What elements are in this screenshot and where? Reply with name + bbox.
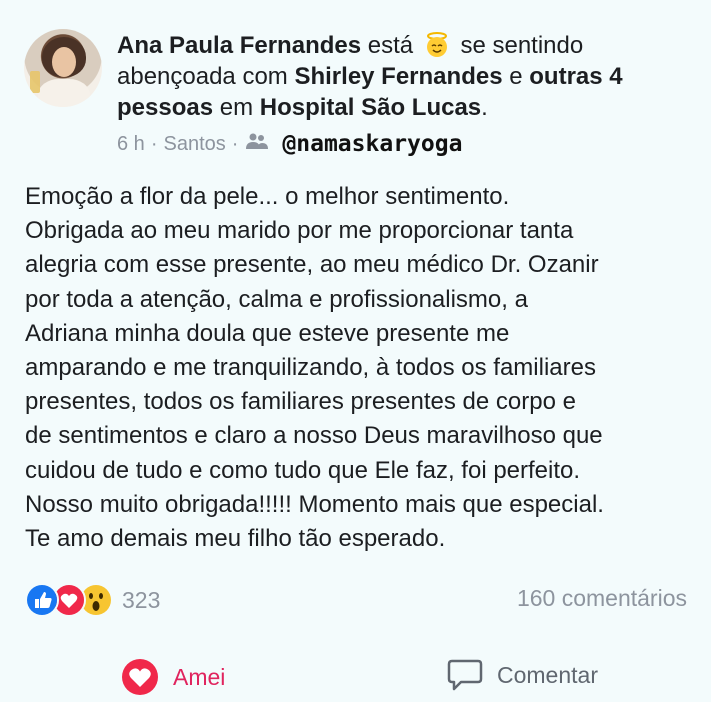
body-line: Nosso muito obrigada!!!!! Momento mais q… [25, 490, 604, 518]
body-line: de sentimentos e claro a nosso Deus mara… [25, 422, 603, 450]
comment-label: Comentar [497, 661, 598, 688]
tagged-person[interactable]: Shirley Fernandes [294, 63, 502, 90]
separator-dot: · [231, 132, 239, 155]
esta-text: está [367, 32, 414, 59]
heart-icon [122, 659, 158, 695]
angel-emoji-icon [424, 32, 450, 58]
at-text: em [219, 94, 254, 121]
body-line: presentes, todos os familiares presentes… [25, 388, 576, 416]
body-line: amparando e me tranquilizando, à todos o… [25, 354, 596, 382]
author-avatar[interactable] [24, 29, 102, 107]
post-time[interactable]: 6 h [117, 133, 145, 156]
body-line: por toda a atenção, calma e profissional… [25, 285, 528, 313]
love-button[interactable]: Amei [121, 658, 225, 696]
reactions-summary[interactable]: 323 [25, 583, 160, 617]
reaction-count: 323 [122, 586, 161, 613]
body-line: alegria com esse presente, ao meu médico… [25, 251, 599, 279]
post-header: Ana Paula Fernandes está se sentindo abe… [117, 30, 697, 123]
author-name[interactable]: Ana Paula Fernandes [117, 32, 361, 59]
love-label: Amei [173, 663, 226, 690]
comments-count-link[interactable]: 160 comentários [517, 585, 687, 612]
facebook-post: Ana Paula Fernandes está se sentindo abe… [0, 0, 711, 702]
comment-icon [447, 659, 483, 691]
body-line: cuidou de tudo e como tudo que Ele faz, … [25, 456, 581, 484]
comment-button[interactable]: Comentar [447, 658, 598, 692]
post-body: Emoção a flor da pele... o melhor sentim… [25, 180, 695, 556]
like-icon [25, 583, 59, 617]
separator-dot: · [150, 132, 158, 155]
body-line: Emoção a flor da pele... o melhor sentim… [25, 183, 510, 210]
and-text: e [509, 63, 523, 90]
body-line: Adriana minha doula que esteve presente … [25, 319, 510, 347]
post-meta: 6 h · Santos · @namaskaryoga [117, 131, 462, 157]
watermark-handle: @namaskaryoga [282, 131, 463, 157]
body-line: Obrigada ao meu marido por me proporcion… [25, 217, 574, 245]
post-location[interactable]: Santos [163, 133, 225, 156]
body-line: Te amo demais meu filho tão esperado. [25, 525, 446, 553]
period: . [481, 94, 488, 121]
place-link[interactable]: Hospital São Lucas [260, 94, 481, 121]
friends-icon[interactable] [246, 132, 269, 156]
action-bar: Amei Comentar [0, 650, 711, 700]
